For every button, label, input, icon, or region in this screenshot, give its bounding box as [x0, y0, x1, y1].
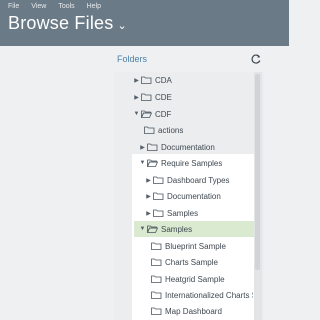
folder-icon	[153, 192, 164, 200]
folder-icon	[147, 143, 158, 151]
menu-view[interactable]: View	[31, 3, 46, 10]
tree-item[interactable]: ▶ CDA	[133, 72, 172, 88]
menubar: File View Tools Help	[8, 3, 101, 10]
tree-item-label: Documentation	[161, 142, 215, 152]
tree-item-label: Charts Sample	[165, 257, 218, 267]
tree-item[interactable]: ▶ Documentation	[139, 139, 215, 155]
folder-icon	[144, 126, 155, 134]
tree-item-label: Documentation	[167, 191, 221, 201]
tree-item[interactable]: Internationalized Charts S	[150, 287, 253, 303]
folder-open-icon	[146, 159, 159, 167]
folder-open-icon	[146, 225, 159, 233]
menu-file[interactable]: File	[8, 3, 19, 10]
tree-item-label: actions	[158, 125, 184, 135]
folder-open-icon	[140, 110, 153, 118]
chevron-down-icon: ⌄	[117, 19, 127, 32]
tree-item[interactable]: ▶ Dashboard Types	[145, 172, 230, 188]
folder-icon	[141, 76, 152, 84]
tree-item[interactable]: actions	[143, 122, 183, 138]
expand-arrow-icon[interactable]: ▶	[133, 77, 140, 84]
menu-tools[interactable]: Tools	[58, 3, 74, 10]
tree-item-label: Internationalized Charts S	[165, 290, 253, 300]
folder-icon	[151, 307, 162, 315]
app-header: File View Tools Help Browse Files ⌄	[0, 0, 289, 46]
tree-item-label: CDA	[155, 75, 172, 85]
collapse-arrow-icon[interactable]: ▼	[139, 226, 146, 232]
tree-item[interactable]: Charts Sample	[150, 254, 218, 270]
page-title: Browse Files	[8, 13, 114, 33]
folder-icon	[153, 209, 164, 217]
tree-item-label: Samples	[161, 224, 193, 234]
refresh-icon[interactable]	[250, 53, 262, 65]
tree-item[interactable]: Heatgrid Sample	[150, 271, 225, 287]
folder-icon	[151, 258, 162, 266]
scrollbar-thumb[interactable]	[255, 74, 260, 270]
expand-arrow-icon[interactable]: ▶	[133, 94, 140, 101]
tree-item-label: Samples	[167, 208, 199, 218]
tree-item-label: CDE	[155, 92, 172, 102]
collapse-arrow-icon[interactable]: ▼	[133, 111, 140, 117]
tree-item-label: Heatgrid Sample	[165, 274, 225, 284]
tree-item[interactable]: ▼ CDF	[133, 106, 172, 122]
folder-icon	[151, 291, 162, 299]
folder-icon	[153, 176, 164, 184]
collapse-arrow-icon[interactable]: ▼	[139, 160, 146, 166]
tree-item-label: Require Samples	[161, 158, 223, 168]
expand-arrow-icon[interactable]: ▶	[145, 177, 152, 184]
tree-item[interactable]: ▶ Samples	[145, 205, 198, 221]
tree-item[interactable]: ▼ Require Samples	[139, 155, 223, 171]
tree-item[interactable]: ▶ CDE	[133, 89, 172, 105]
expand-arrow-icon[interactable]: ▶	[139, 144, 146, 151]
folders-heading: Folders	[117, 54, 148, 64]
expand-arrow-icon[interactable]: ▶	[145, 193, 152, 200]
tree-item-label: CDF	[155, 109, 172, 119]
tree-item-label: Dashboard Types	[167, 175, 230, 185]
folder-icon	[151, 242, 162, 250]
page-title-dropdown[interactable]: Browse Files ⌄	[8, 13, 127, 34]
tree-item-label: Map Dashboard	[165, 306, 222, 316]
tree-item[interactable]: Map Dashboard	[150, 303, 253, 319]
tree-item[interactable]: Blueprint Sample	[150, 238, 226, 254]
folder-icon	[151, 275, 162, 283]
tree-item[interactable]: ▶ Documentation	[145, 188, 221, 204]
tree-item-label: Blueprint Sample	[165, 241, 226, 251]
menu-help[interactable]: Help	[87, 3, 101, 10]
tree-item[interactable]: ▼ Samples	[139, 221, 193, 237]
expand-arrow-icon[interactable]: ▶	[145, 210, 152, 217]
folder-icon	[141, 93, 152, 101]
